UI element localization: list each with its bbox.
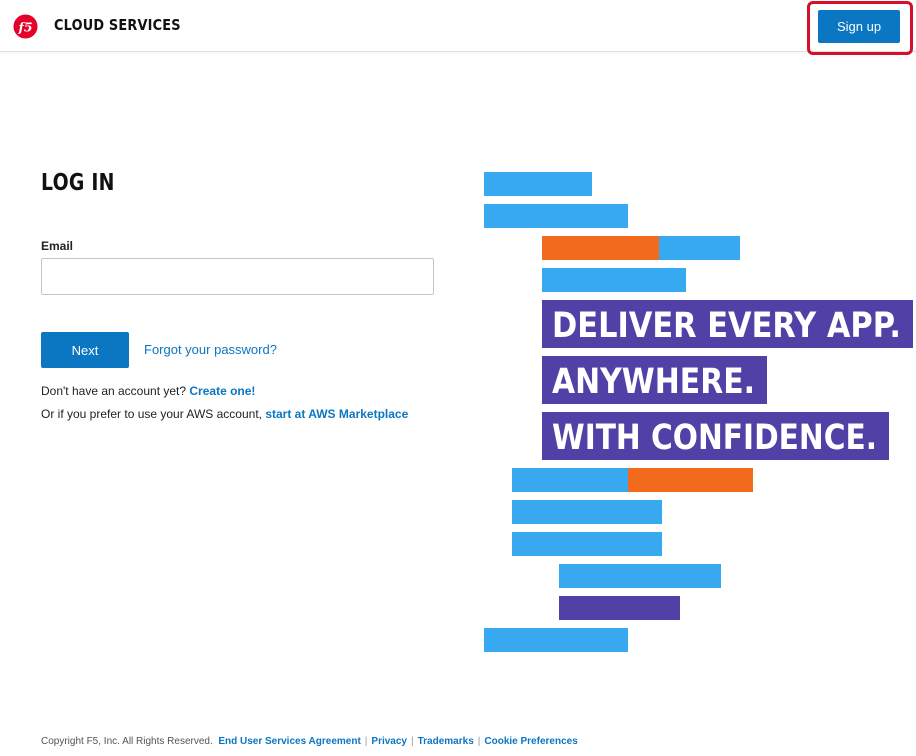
- create-account-line: Don't have an account yet? Create one!: [41, 384, 255, 398]
- aws-text: Or if you prefer to use your AWS account…: [41, 407, 266, 421]
- hero-tag-bg: [542, 412, 889, 460]
- next-button[interactable]: Next: [41, 332, 129, 368]
- hero-line-3: WITH CONFIDENCE.: [552, 418, 877, 458]
- svg-text:f5: f5: [17, 19, 32, 34]
- footer-link-eula[interactable]: End User Services Agreement: [218, 736, 360, 747]
- aws-marketplace-link[interactable]: start at AWS Marketplace: [265, 407, 408, 421]
- create-account-link[interactable]: Create one!: [189, 384, 255, 398]
- copyright-text: Copyright F5, Inc. All Rights Reserved.: [41, 736, 213, 747]
- footer-link-cookie-preferences[interactable]: Cookie Preferences: [484, 736, 577, 747]
- email-label: Email: [41, 239, 74, 253]
- hero-bar: [659, 236, 740, 260]
- top-header: f5 CLOUD SERVICES Sign up: [0, 0, 916, 55]
- hero-line-1: DELIVER EVERY APP.: [552, 306, 901, 346]
- hero-bar: [512, 468, 628, 492]
- aws-line: Or if you prefer to use your AWS account…: [41, 407, 408, 421]
- hero-bar: [542, 236, 659, 260]
- hero-bar: [512, 500, 662, 524]
- footer-link-privacy[interactable]: Privacy: [371, 736, 407, 747]
- brand-name: CLOUD SERVICES: [54, 16, 181, 34]
- footer: Copyright F5, Inc. All Rights Reserved. …: [41, 736, 578, 747]
- hero-bar: [559, 564, 721, 588]
- footer-separator: |: [364, 736, 368, 747]
- footer-link-trademarks[interactable]: Trademarks: [418, 736, 474, 747]
- hero-bar: [484, 172, 592, 196]
- sign-up-button[interactable]: Sign up: [818, 10, 900, 43]
- hero-bar: [628, 468, 753, 492]
- hero-bar: [484, 628, 628, 652]
- email-field[interactable]: [41, 258, 434, 295]
- hero-line-2: ANYWHERE.: [552, 362, 755, 402]
- hero-tag-bg: [542, 356, 767, 404]
- hero-bar: [542, 268, 686, 292]
- hero-tag-bg: [542, 300, 913, 348]
- hero-bar: [559, 596, 680, 620]
- f5-logo-icon[interactable]: f5: [13, 14, 38, 39]
- forgot-password-link[interactable]: Forgot your password?: [144, 342, 277, 357]
- footer-separator: |: [477, 736, 481, 747]
- no-account-text: Don't have an account yet?: [41, 384, 190, 398]
- hero-graphic: DELIVER EVERY APP. ANYWHERE. WITH CONFID…: [484, 172, 913, 652]
- page-title: LOG IN: [41, 170, 115, 196]
- footer-separator: |: [411, 736, 414, 747]
- hero-bar: [484, 204, 628, 228]
- hero-bar: [512, 532, 662, 556]
